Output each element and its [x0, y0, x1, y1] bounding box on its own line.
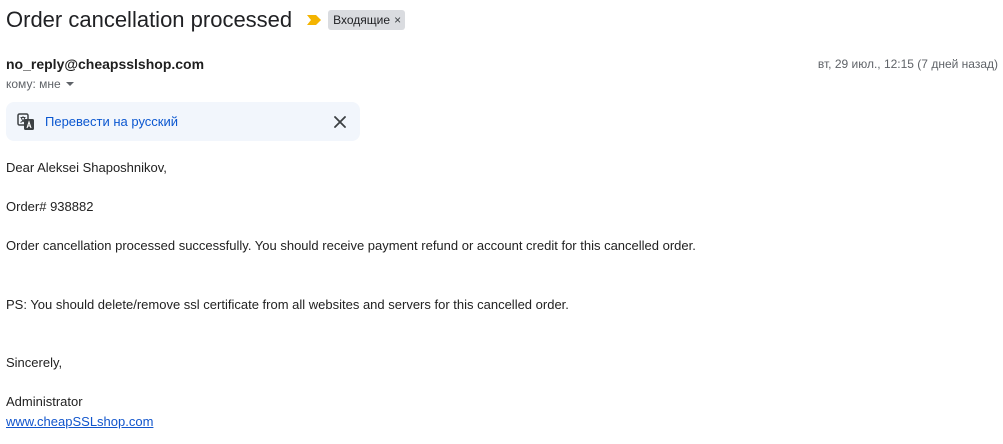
label-chip-inbox[interactable]: Входящие × [328, 10, 406, 30]
email-subject: Order cancellation processed [6, 7, 293, 32]
remove-label-icon[interactable]: × [394, 12, 401, 28]
subject-row: Order cancellation processed Входящие × [6, 4, 406, 36]
order-number: Order# 938882 [6, 199, 94, 214]
translate-link[interactable]: Перевести на русский [45, 114, 178, 129]
greeting-line: Dear Aleksei Shaposhnikov, [6, 160, 167, 175]
translate-icon [17, 113, 35, 131]
importance-marker-icon[interactable] [306, 13, 322, 27]
email-date: вт, 29 июл., 12:15 (7 дней назад) [817, 57, 998, 71]
closing-line: Sincerely, [6, 355, 63, 370]
ps-note: PS: You should delete/remove ssl certifi… [6, 297, 569, 312]
recipient-text: кому: мне [6, 77, 61, 91]
cancellation-message: Order cancellation processed successfull… [6, 238, 696, 253]
translate-bar: Перевести на русский [6, 102, 360, 141]
signature-name: Administrator [6, 394, 83, 409]
sender-address[interactable]: no_reply@cheapsslshop.com [6, 56, 204, 72]
recipient-row[interactable]: кому: мне [6, 77, 75, 91]
chevron-down-icon[interactable] [65, 79, 75, 89]
label-chip-text: Входящие [333, 13, 391, 27]
website-link[interactable]: www.cheapSSLshop.com [6, 414, 153, 429]
close-icon[interactable] [332, 114, 348, 130]
